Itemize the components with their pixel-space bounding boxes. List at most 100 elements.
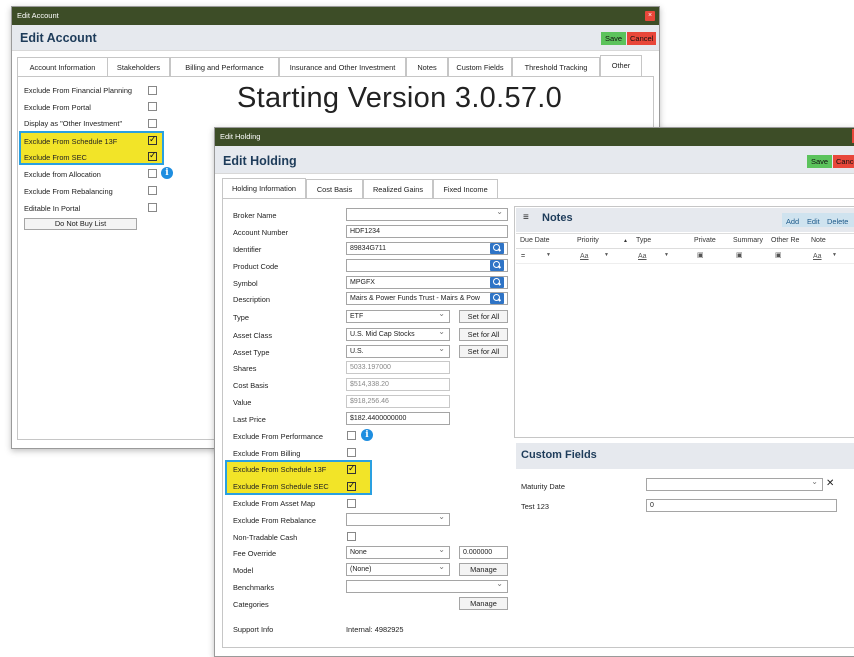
tab-insurance-and-other-investment[interactable]: Insurance and Other Investment (279, 57, 406, 77)
menu-icon[interactable]: ≡ (523, 212, 529, 223)
column-summary[interactable]: Summary (733, 237, 763, 244)
checkbox-exclude-asset-map[interactable] (347, 499, 356, 508)
checkbox-exclude-schedule-13f[interactable] (347, 463, 356, 474)
grid-divider (516, 263, 854, 264)
account-number-field[interactable]: HDF1234 (346, 225, 508, 238)
filter-icon[interactable]: ▣ (736, 251, 743, 259)
lookup-icon[interactable] (490, 277, 504, 288)
tab-billing-and-performance[interactable]: Billing and Performance (170, 57, 279, 77)
lookup-icon[interactable] (490, 243, 504, 254)
last-price-field[interactable]: $182.4400000000 (346, 412, 450, 425)
set-for-all-button[interactable]: Set for All (459, 328, 508, 341)
fee-override-select[interactable]: None (346, 546, 450, 559)
column-type[interactable]: Type (636, 237, 651, 244)
benchmarks-select[interactable] (346, 580, 508, 593)
column-note[interactable]: Note (811, 237, 826, 244)
tab-stakeholders[interactable]: Stakeholders (107, 57, 170, 77)
checkbox-display-other-investment[interactable] (148, 119, 157, 128)
type-select[interactable]: ETF (346, 310, 450, 323)
cancel-button[interactable]: Cancel (833, 155, 854, 168)
close-icon[interactable]: × (645, 11, 655, 21)
tab-threshold-tracking[interactable]: Threshold Tracking (512, 57, 600, 77)
fee-value-field[interactable]: 0.000000 (459, 546, 508, 559)
tab-cost-basis[interactable]: Cost Basis (306, 179, 363, 199)
clear-icon[interactable]: ✕ (826, 478, 834, 489)
label-exclude-allocation: Exclude from Allocation (24, 170, 101, 179)
checkbox-exclude-allocation[interactable] (148, 169, 157, 178)
tab-holding-information[interactable]: Holding Information (222, 178, 306, 199)
tab-fixed-income[interactable]: Fixed Income (433, 179, 498, 199)
product-code-field[interactable] (346, 259, 508, 272)
lookup-icon[interactable] (490, 293, 504, 304)
symbol-field[interactable]: MPGFX (346, 276, 508, 289)
filter-icon[interactable]: ▣ (697, 251, 704, 259)
edit-note-button[interactable]: Edit (807, 217, 820, 226)
edit-account-titlebar[interactable]: Edit Account × (12, 7, 659, 25)
filter-icon[interactable]: ▼ (546, 252, 551, 258)
page-title: Edit Holding (223, 154, 297, 168)
checkbox-exclude-billing[interactable] (347, 448, 356, 457)
set-for-all-button[interactable]: Set for All (459, 310, 508, 323)
label-maturity-date: Maturity Date (521, 482, 565, 491)
checkbox-exclude-schedule-13f[interactable] (148, 134, 157, 145)
filter-icon[interactable]: = (521, 253, 525, 260)
maturity-date-select[interactable] (646, 478, 823, 491)
checkbox-non-tradable-cash[interactable] (347, 532, 356, 541)
asset-class-select[interactable]: U.S. Mid Cap Stocks (346, 328, 450, 341)
checkbox-exclude-sec[interactable] (148, 150, 157, 161)
column-due-date[interactable]: Due Date (520, 237, 550, 244)
description-field[interactable]: Mairs & Power Funds Trust - Mairs & Pow (346, 292, 508, 305)
tab-realized-gains[interactable]: Realized Gains (363, 179, 433, 199)
manage-model-button[interactable]: Manage (459, 563, 508, 576)
cancel-button[interactable]: Cancel (627, 32, 657, 45)
label-identifier: Identifier (233, 245, 262, 254)
filter-icon[interactable]: ▼ (664, 252, 669, 258)
checkbox-exclude-financial-planning[interactable] (148, 86, 157, 95)
identifier-field[interactable]: 89834G711 (346, 242, 508, 255)
column-priority[interactable]: Priority (577, 237, 599, 244)
label-exclude-performance: Exclude From Performance (233, 432, 323, 441)
tab-notes[interactable]: Notes (406, 57, 448, 77)
filter-icon[interactable]: Aa (580, 253, 589, 260)
tab-custom-fields[interactable]: Custom Fields (448, 57, 512, 77)
edit-account-header: Edit Account Save Cancel (12, 25, 659, 51)
manage-categories-button[interactable]: Manage (459, 597, 508, 610)
info-icon[interactable]: i (361, 429, 373, 441)
set-for-all-button[interactable]: Set for All (459, 345, 508, 358)
filter-icon[interactable]: ▣ (775, 251, 782, 259)
filter-icon[interactable]: Aa (638, 253, 647, 260)
page-title: Edit Account (20, 31, 97, 45)
label-benchmarks: Benchmarks (233, 583, 275, 592)
label-categories: Categories (233, 600, 269, 609)
do-not-buy-list-button[interactable]: Do Not Buy List (24, 218, 137, 230)
lookup-icon[interactable] (490, 260, 504, 271)
label-model: Model (233, 566, 254, 575)
exclude-rebalance-select[interactable] (346, 513, 450, 526)
info-icon[interactable]: i (161, 167, 173, 179)
tab-account-information[interactable]: Account Information (17, 57, 108, 77)
checkbox-exclude-portal[interactable] (148, 102, 157, 111)
asset-type-select[interactable]: U.S. (346, 345, 450, 358)
checkbox-exclude-schedule-sec[interactable] (347, 480, 356, 491)
checkbox-editable-in-portal[interactable] (148, 203, 157, 212)
label-symbol: Symbol (233, 279, 258, 288)
model-select[interactable]: (None) (346, 563, 450, 576)
checkbox-exclude-rebalancing[interactable] (148, 186, 157, 195)
save-button[interactable]: Save (807, 155, 833, 168)
broker-name-select[interactable] (346, 208, 508, 221)
filter-icon[interactable]: ▼ (604, 252, 609, 258)
sort-asc-icon: ▲ (623, 238, 628, 244)
column-private[interactable]: Private (694, 237, 716, 244)
tab-other[interactable]: Other (600, 55, 642, 76)
delete-note-button[interactable]: Delete (827, 217, 848, 226)
label-product-code: Product Code (233, 262, 279, 271)
filter-icon[interactable]: ▼ (832, 252, 837, 258)
label-shares: Shares (233, 364, 257, 373)
test-123-field[interactable]: 0 (646, 499, 837, 512)
filter-icon[interactable]: Aa (813, 253, 822, 260)
save-button[interactable]: Save (601, 32, 627, 45)
column-other-re[interactable]: Other Re (771, 237, 799, 244)
checkbox-exclude-performance[interactable] (347, 431, 356, 440)
edit-holding-titlebar[interactable]: Edit Holding (215, 128, 854, 146)
add-note-button[interactable]: Add (786, 217, 799, 226)
